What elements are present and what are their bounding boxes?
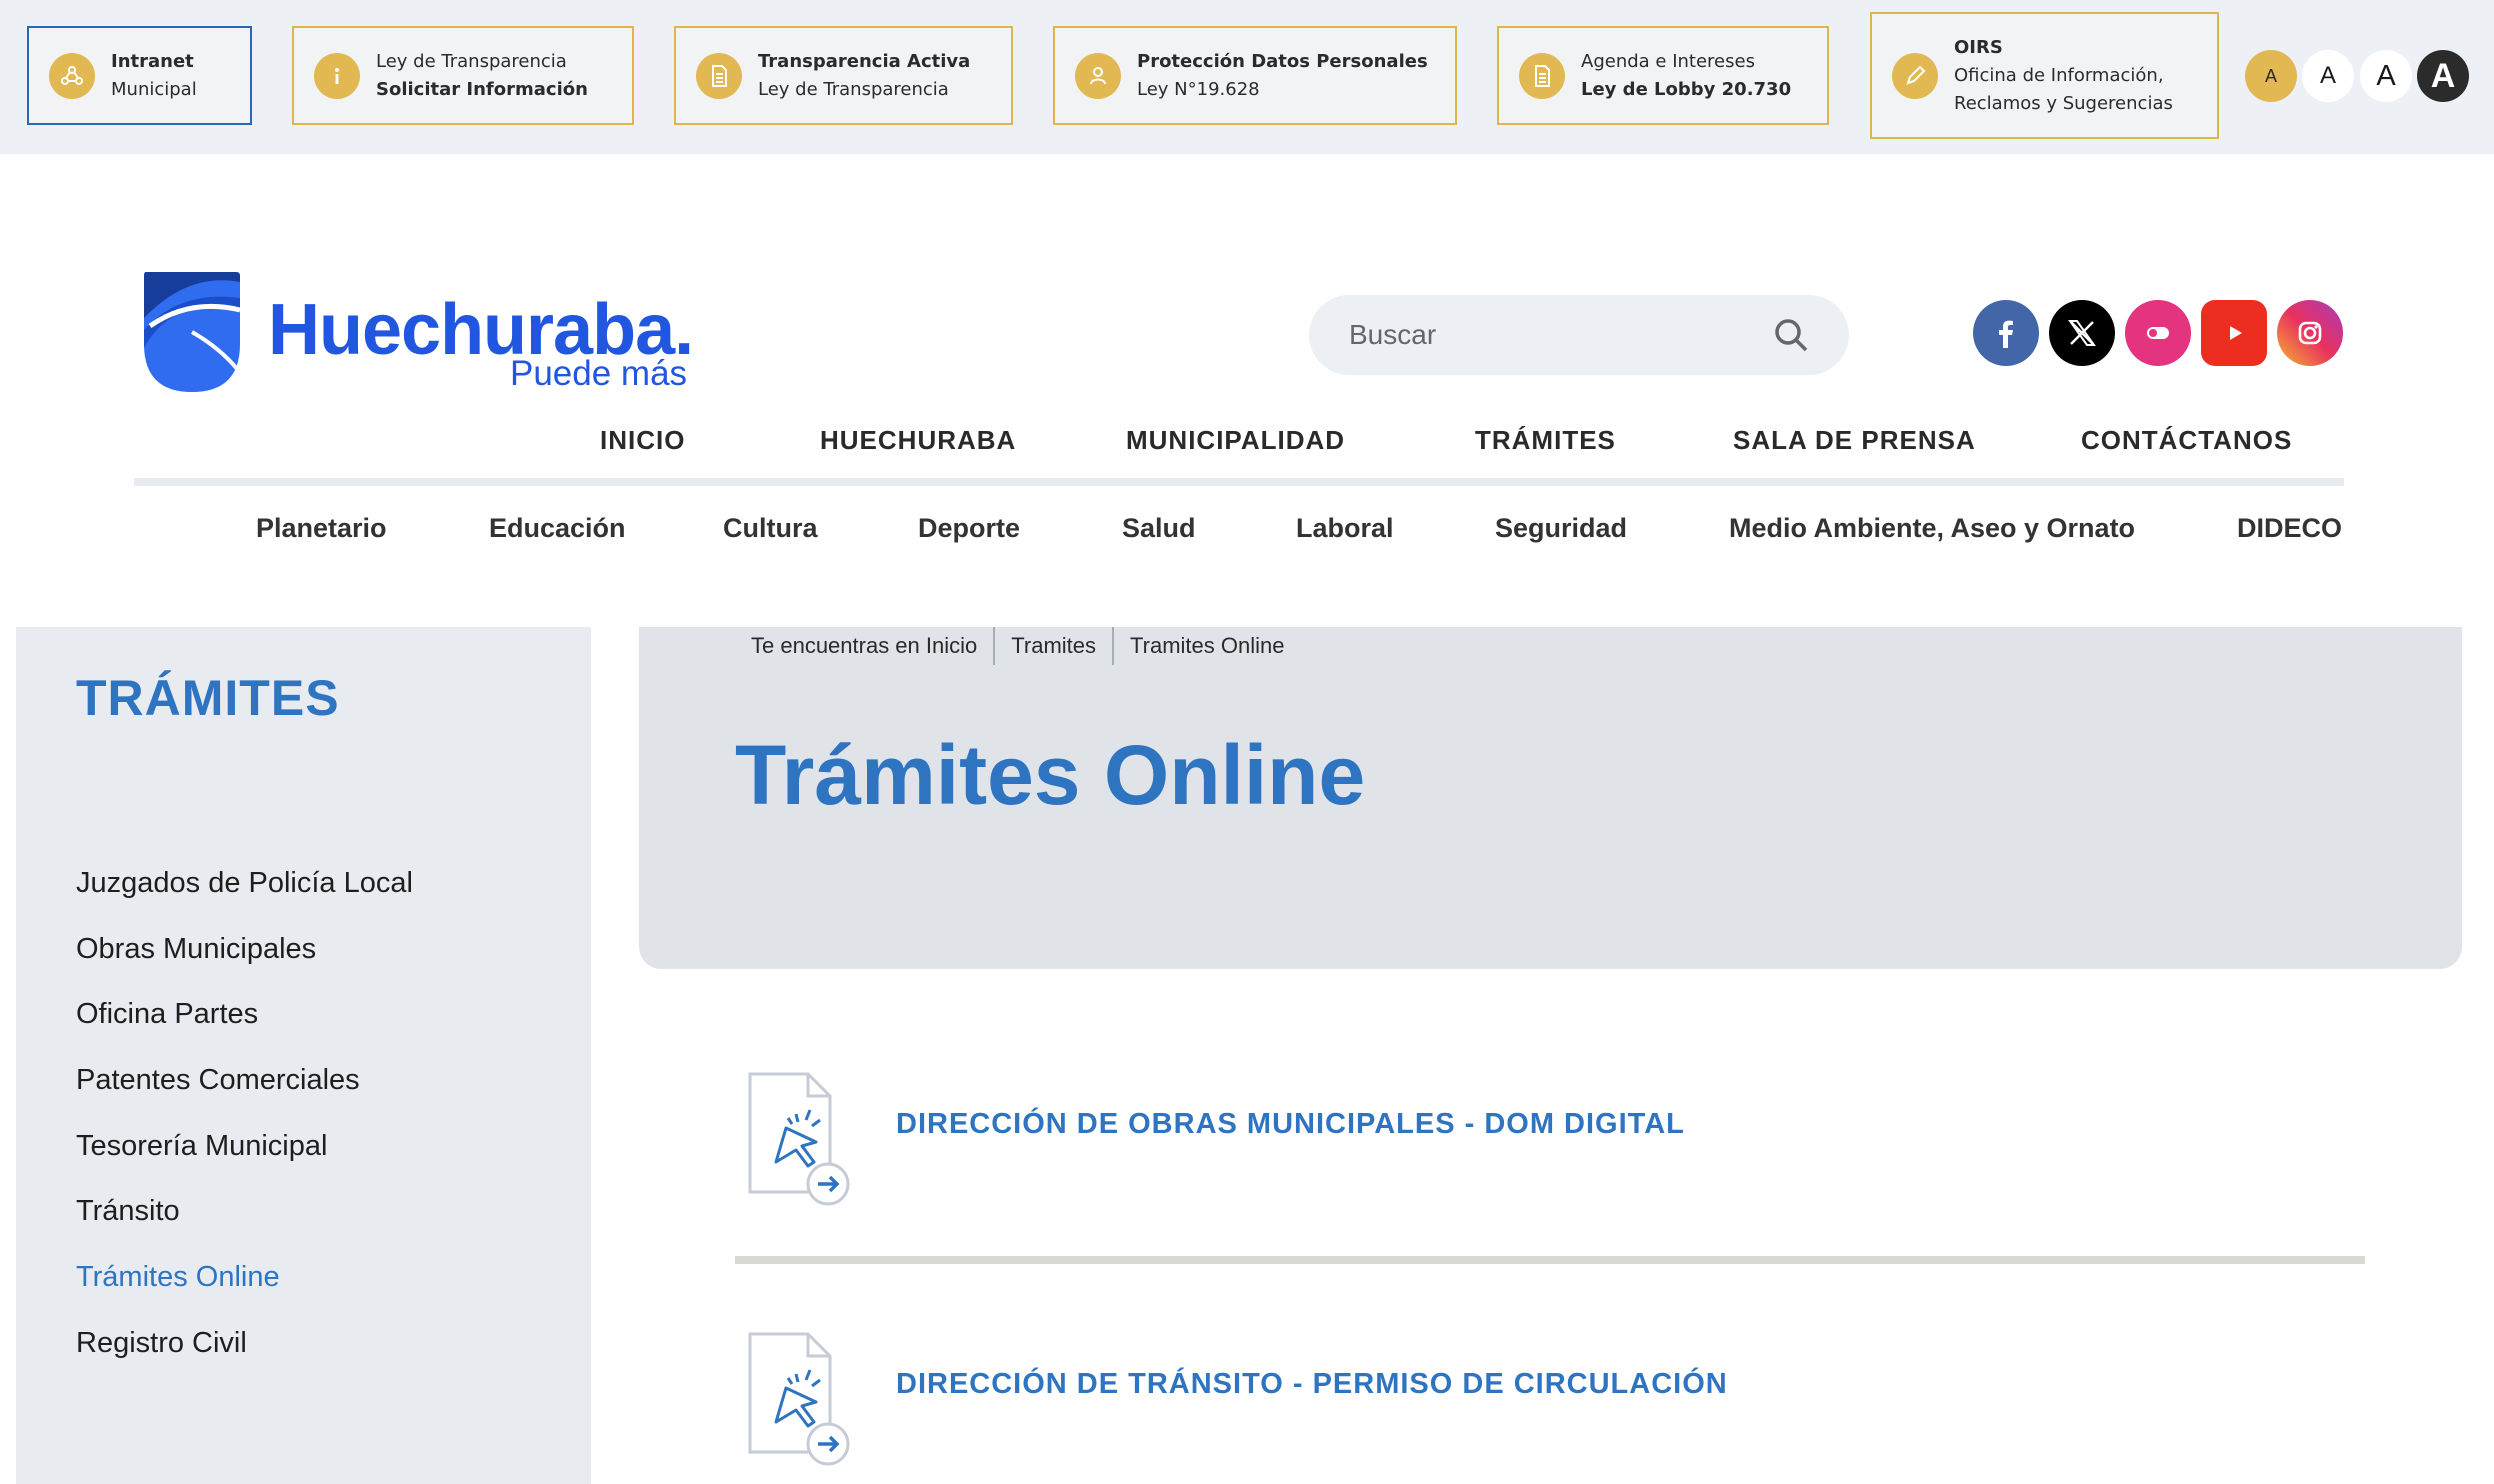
subnav-item-medio-ambiente[interactable]: Medio Ambiente, Aseo y Ornato: [1729, 508, 2135, 548]
oirs-line2: Oficina de Información,: [1954, 64, 2164, 86]
oirs-line1: OIRS: [1954, 36, 2003, 58]
solicitar-line1: Ley de Transparencia: [376, 50, 567, 72]
search-icon[interactable]: [1773, 317, 1809, 353]
font-size-reset-button[interactable]: A: [2245, 50, 2297, 102]
subnav-item-dideco[interactable]: DIDECO: [2237, 508, 2342, 548]
intranet-link[interactable]: Intranet Municipal: [27, 26, 252, 125]
tramite-link-dom-digital[interactable]: DIRECCIÓN DE OBRAS MUNICIPALES - DOM DIG…: [896, 1108, 1685, 1141]
lobby-line1: Agenda e Intereses: [1581, 50, 1755, 72]
tramite-link-permiso-circulacion[interactable]: DIRECCIÓN DE TRÁNSITO - PERMISO DE CIRCU…: [896, 1368, 1728, 1401]
transparencia-activa-link[interactable]: Transparencia Activa Ley de Transparenci…: [674, 26, 1013, 125]
font-size-large-button[interactable]: A: [2417, 50, 2469, 102]
tramite-item[interactable]: DIRECCIÓN DE TRÁNSITO - PERMISO DE CIRCU…: [740, 1330, 2380, 1480]
facebook-icon[interactable]: [1973, 300, 2039, 366]
document-icon: [696, 52, 742, 99]
solicitar-line2: Solicitar Información: [376, 78, 588, 100]
search-input[interactable]: [1349, 295, 1769, 375]
instagram-icon[interactable]: [2277, 300, 2343, 366]
oirs-line3: Reclamos y Sugerencias: [1954, 92, 2173, 114]
document-icon: [1519, 52, 1565, 99]
youtube-icon[interactable]: [2201, 300, 2267, 366]
sidebar: TRÁMITES Juzgados de Policía Local Obras…: [16, 627, 591, 1484]
search-box: [1309, 295, 1849, 375]
transparencia-line2: Ley de Transparencia: [758, 78, 949, 100]
network-icon: [49, 52, 95, 99]
sidebar-item-tesoreria[interactable]: Tesorería Municipal: [76, 1130, 327, 1163]
nav-item-sala-de-prensa[interactable]: SALA DE PRENSA: [1733, 418, 1976, 462]
subnav-item-cultura[interactable]: Cultura: [723, 508, 818, 548]
breadcrumb-current: Tramites Online: [1130, 633, 1285, 658]
online-document-icon: [748, 1332, 850, 1466]
top-utility-bar: Intranet Municipal Ley de Transparencia …: [0, 0, 2494, 154]
info-icon: [314, 52, 360, 99]
user-icon: [1075, 52, 1121, 99]
breadcrumb-separator: [1112, 627, 1115, 665]
x-icon[interactable]: [2049, 300, 2115, 366]
sidebar-title: TRÁMITES: [76, 670, 340, 726]
flickr-icon[interactable]: [2125, 300, 2191, 366]
sidebar-item-registro-civil[interactable]: Registro Civil: [76, 1327, 247, 1360]
pencil-icon: [1892, 52, 1938, 99]
logo-tagline: Puede más: [510, 354, 688, 393]
subnav-item-laboral[interactable]: Laboral: [1296, 508, 1394, 548]
breadcrumb-tramites[interactable]: Tramites: [1011, 633, 1096, 659]
breadcrumb: Te encuentras en Inicio Tramites Tramite…: [751, 627, 1284, 665]
tramite-item[interactable]: DIRECCIÓN DE OBRAS MUNICIPALES - DOM DIG…: [740, 1070, 2380, 1220]
page-title: Trámites Online: [735, 728, 1366, 822]
sidebar-item-patentes[interactable]: Patentes Comerciales: [76, 1064, 360, 1097]
breadcrumb-separator: [993, 627, 996, 665]
subnav-item-planetario[interactable]: Planetario: [256, 508, 387, 548]
solicitar-informacion-link[interactable]: Ley de Transparencia Solicitar Informaci…: [292, 26, 634, 125]
sidebar-item-obras-municipales[interactable]: Obras Municipales: [76, 933, 316, 966]
ley-lobby-link[interactable]: Agenda e Intereses Ley de Lobby 20.730: [1497, 26, 1829, 125]
font-size-medium-button[interactable]: A: [2360, 50, 2412, 102]
subnav-item-deporte[interactable]: Deporte: [918, 508, 1020, 548]
page-header: Te encuentras en Inicio Tramites Tramite…: [639, 627, 2462, 969]
nav-item-inicio[interactable]: INICIO: [600, 418, 685, 462]
sidebar-item-transito[interactable]: Tránsito: [76, 1195, 180, 1228]
lobby-line2: Ley de Lobby 20.730: [1581, 78, 1792, 100]
nav-divider: [134, 478, 2344, 486]
proteccion-datos-link[interactable]: Protección Datos Personales Ley N°19.628: [1053, 26, 1457, 125]
tramite-divider: [735, 1256, 2365, 1264]
nav-item-huechuraba[interactable]: HUECHURABA: [820, 418, 1016, 462]
transparencia-line1: Transparencia Activa: [758, 50, 971, 72]
nav-item-contactanos[interactable]: CONTÁCTANOS: [2081, 418, 2292, 462]
oirs-link[interactable]: OIRS Oficina de Información, Reclamos y …: [1870, 12, 2219, 139]
sidebar-item-tramites-online[interactable]: Trámites Online: [76, 1261, 280, 1294]
proteccion-line2: Ley N°19.628: [1137, 78, 1260, 100]
sidebar-item-oficina-partes[interactable]: Oficina Partes: [76, 998, 258, 1031]
font-size-small-button[interactable]: A: [2302, 50, 2354, 102]
subnav-item-salud[interactable]: Salud: [1122, 508, 1196, 548]
nav-item-municipalidad[interactable]: MUNICIPALIDAD: [1126, 418, 1345, 462]
sidebar-item-juzgados[interactable]: Juzgados de Policía Local: [76, 867, 413, 900]
subnav-item-seguridad[interactable]: Seguridad: [1495, 508, 1627, 548]
main-navigation: INICIO HUECHURABA MUNICIPALIDAD TRÁMITES…: [600, 418, 2350, 462]
proteccion-line1: Protección Datos Personales: [1137, 50, 1428, 72]
logo-shield-icon: [144, 272, 241, 392]
site-logo[interactable]: Huechuraba. Puede más: [138, 268, 738, 398]
breadcrumb-inicio[interactable]: Te encuentras en Inicio: [751, 633, 977, 659]
intranet-line2: Municipal: [111, 78, 197, 100]
intranet-line1: Intranet: [111, 50, 194, 72]
nav-item-tramites[interactable]: TRÁMITES: [1475, 418, 1616, 462]
online-document-icon: [748, 1072, 850, 1206]
subnav-item-educacion[interactable]: Educación: [489, 508, 626, 548]
